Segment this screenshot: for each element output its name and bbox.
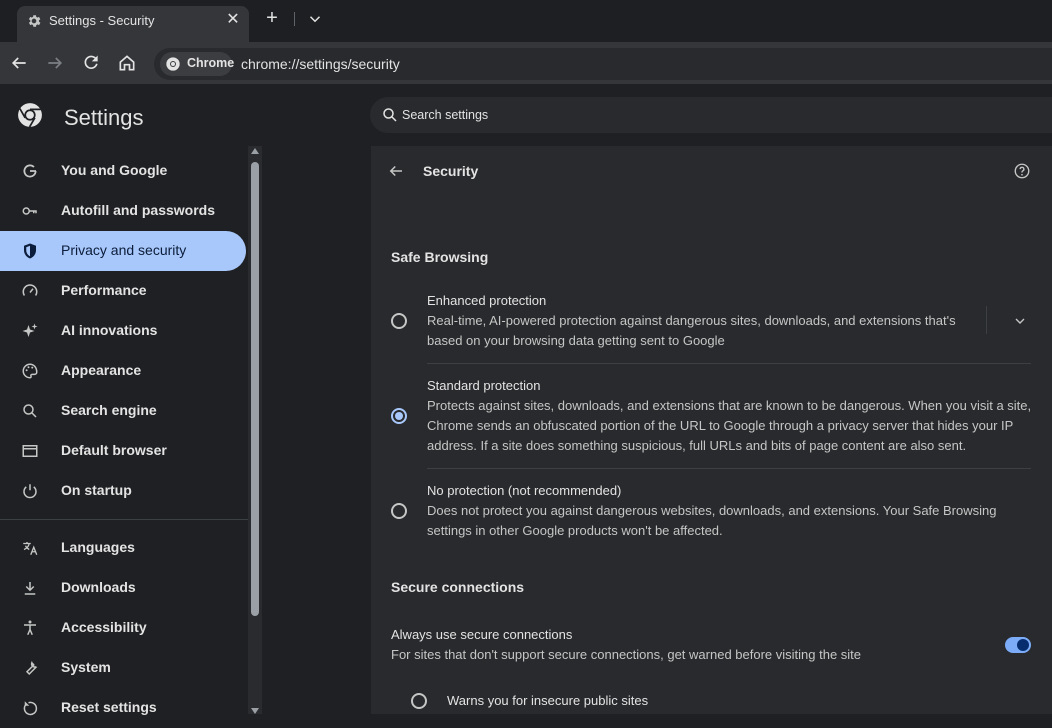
tab-title: Settings - Security (49, 13, 155, 28)
always-secure-toggle[interactable] (1005, 637, 1031, 653)
browser-window-icon (22, 445, 38, 457)
sidebar-item-label: Accessibility (61, 619, 147, 635)
sparkle-icon (22, 323, 38, 337)
translate-icon (23, 542, 38, 556)
sidebar-item-you-and-google[interactable]: You and Google (0, 151, 246, 191)
sidebar-item-label: System (61, 659, 111, 675)
wrench-icon (25, 660, 38, 676)
security-title: Security (423, 163, 479, 179)
sidebar-item-label: Reset settings (61, 699, 157, 715)
enhanced-protection-title: Enhanced protection (427, 293, 547, 308)
sidebar: You and Google Autofill and passwords Pr… (0, 146, 262, 716)
enhanced-protection-desc: based on your browsing data getting sent… (427, 333, 725, 348)
sidebar-item-accessibility[interactable]: Accessibility (0, 608, 246, 648)
browser-toolbar: Chrome chrome://settings/security (0, 42, 1052, 84)
sidebar-item-label: Performance (61, 282, 147, 298)
always-secure-desc: For sites that don't support secure conn… (391, 647, 862, 662)
sidebar-item-label: Languages (61, 539, 135, 555)
sidebar-item-label: AI innovations (61, 322, 158, 338)
settings-search[interactable] (370, 97, 1052, 133)
download-icon (24, 582, 36, 595)
enhanced-protection-desc: Real-time, AI-powered protection against… (427, 313, 956, 328)
sidebar-item-label: Downloads (61, 579, 136, 595)
sidebar-item-on-startup[interactable]: On startup (0, 471, 246, 511)
standard-protection-desc: Protects against sites, downloads, and e… (427, 398, 1032, 413)
settings-header: Settings (0, 84, 1052, 146)
back-arrow-icon[interactable] (387, 162, 405, 180)
secure-connections-heading: Secure connections (391, 579, 525, 595)
security-page: Security Safe Browsing Enhanced protecti… (371, 146, 1052, 714)
sidebar-item-privacy-and-security[interactable]: Privacy and security (0, 231, 246, 271)
enhanced-protection-radio[interactable] (391, 313, 407, 329)
sidebar-item-languages[interactable]: Languages (0, 528, 246, 568)
gear-icon (28, 15, 41, 27)
search-icon (383, 108, 397, 122)
sidebar-item-appearance[interactable]: Appearance (0, 351, 246, 391)
safe-browsing-heading: Safe Browsing (391, 249, 489, 265)
standard-protection-desc: Chrome sends an obfuscated portion of th… (427, 418, 1014, 433)
sidebar-item-search-engine[interactable]: Search engine (0, 391, 246, 431)
speedometer-icon (22, 284, 38, 296)
standard-protection-desc: address. If a site does something suspic… (427, 438, 967, 453)
new-tab-button[interactable]: + (262, 8, 282, 28)
option-divider (427, 468, 1031, 469)
chevron-down-icon[interactable] (1012, 313, 1028, 329)
sidebar-item-label: Autofill and passwords (61, 202, 216, 218)
help-icon[interactable] (1013, 162, 1031, 180)
site-chip[interactable]: Chrome (160, 52, 235, 76)
tab-settings-security[interactable]: Settings - Security ✕ (17, 6, 249, 42)
back-arrow-icon[interactable] (9, 53, 29, 73)
address-bar[interactable]: Chrome chrome://settings/security (154, 48, 1052, 80)
sidebar-item-reset-settings[interactable]: Reset settings (0, 688, 246, 728)
sidebar-item-downloads[interactable]: Downloads (0, 568, 246, 608)
insecure-public-sites-radio[interactable] (411, 693, 427, 709)
standard-protection-radio[interactable] (391, 408, 407, 424)
sidebar-item-label: Default browser (61, 442, 167, 458)
scroll-up-icon[interactable] (251, 148, 259, 154)
sidebar-item-ai-innovations[interactable]: AI innovations (0, 311, 246, 351)
close-tab-icon[interactable]: ✕ (224, 11, 242, 29)
search-input[interactable] (402, 105, 1002, 125)
sidebar-scrollbar-thumb[interactable] (251, 162, 259, 616)
chrome-logo-icon (18, 103, 42, 128)
standard-protection-title: Standard protection (427, 378, 541, 393)
sidebar-item-performance[interactable]: Performance (0, 271, 246, 311)
no-protection-title: No protection (not recommended) (427, 483, 622, 498)
tab-divider (294, 12, 295, 26)
no-protection-desc: Does not protect you against dangerous w… (427, 503, 997, 518)
page-title: Settings (64, 105, 144, 130)
sidebar-item-label: Appearance (61, 362, 142, 378)
palette-icon (22, 363, 38, 379)
site-chip-label: Chrome (187, 56, 235, 70)
no-protection-desc: settings in other Google products won't … (427, 523, 723, 538)
accessibility-icon (24, 620, 36, 636)
home-icon[interactable] (117, 53, 137, 73)
insecure-public-sites-label: Warns you for insecure public sites (447, 693, 649, 708)
scroll-down-icon[interactable] (251, 708, 259, 714)
google-g-icon (23, 164, 37, 178)
sidebar-item-default-browser[interactable]: Default browser (0, 431, 246, 471)
sidebar-item-label: Privacy and security (61, 242, 187, 258)
key-icon (22, 207, 37, 215)
search-icon (23, 404, 37, 418)
forward-arrow-icon[interactable] (45, 53, 65, 73)
no-protection-radio[interactable] (391, 503, 407, 519)
sidebar-item-system[interactable]: System (0, 648, 246, 688)
sidebar-divider (0, 519, 248, 520)
url-text[interactable]: chrome://settings/security (241, 56, 400, 72)
reload-icon[interactable] (81, 53, 101, 73)
sidebar-item-label: You and Google (61, 162, 168, 178)
sidebar-item-label: Search engine (61, 402, 157, 418)
power-icon (23, 484, 37, 499)
chrome-logo-icon (166, 57, 180, 71)
chevron-down-icon[interactable] (306, 10, 324, 28)
option-divider (427, 363, 1031, 364)
sidebar-item-label: On startup (61, 482, 132, 498)
sidebar-item-autofill[interactable]: Autofill and passwords (0, 191, 246, 231)
always-secure-title: Always use secure connections (391, 627, 573, 642)
tab-strip: Settings - Security ✕ + (0, 0, 1052, 42)
reset-icon (23, 701, 38, 716)
shield-icon (24, 243, 36, 259)
expand-divider (986, 306, 987, 334)
